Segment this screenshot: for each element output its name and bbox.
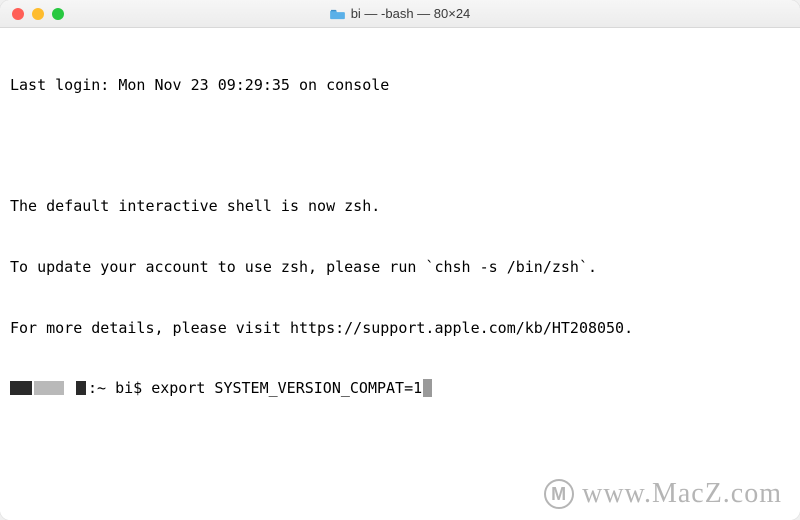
redacted-host: [34, 381, 64, 395]
zsh-notice-line: The default interactive shell is now zsh…: [10, 196, 790, 216]
prompt-tail: :~ bi$: [88, 378, 151, 398]
last-login-line: Last login: Mon Nov 23 09:29:35 on conso…: [10, 75, 790, 95]
window-controls: [0, 8, 64, 20]
window-title: bi — -bash — 80×24: [351, 6, 471, 21]
terminal-window: bi — -bash — 80×24 Last login: Mon Nov 2…: [0, 0, 800, 520]
zsh-notice-line: To update your account to use zsh, pleas…: [10, 257, 790, 277]
redacted-host: [76, 381, 86, 395]
typed-command: export SYSTEM_VERSION_COMPAT=1: [151, 378, 422, 398]
close-icon[interactable]: [12, 8, 24, 20]
window-title-wrap: bi — -bash — 80×24: [330, 6, 471, 21]
zoom-icon[interactable]: [52, 8, 64, 20]
redacted-host: [10, 381, 32, 395]
cursor-icon: [423, 379, 432, 397]
terminal-content[interactable]: Last login: Mon Nov 23 09:29:35 on conso…: [0, 28, 800, 520]
folder-icon: [330, 8, 345, 20]
prompt-line: :~ bi$ export SYSTEM_VERSION_COMPAT=1: [10, 378, 790, 398]
blank-line: [10, 135, 790, 155]
minimize-icon[interactable]: [32, 8, 44, 20]
zsh-notice-line: For more details, please visit https://s…: [10, 318, 790, 338]
titlebar[interactable]: bi — -bash — 80×24: [0, 0, 800, 28]
